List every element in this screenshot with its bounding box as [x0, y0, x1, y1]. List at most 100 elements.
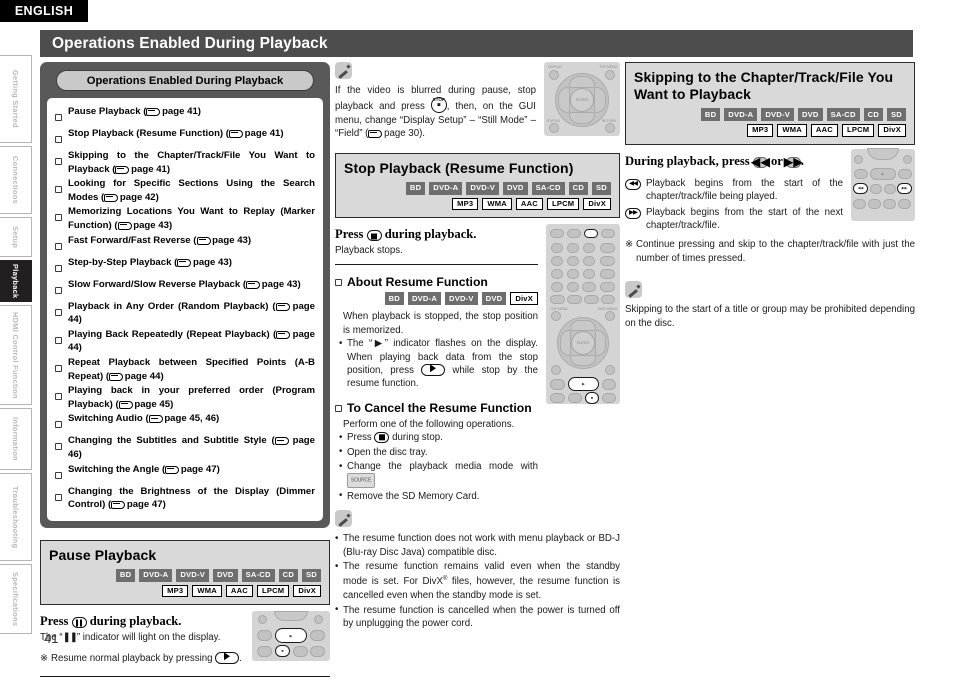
checkbox-icon	[335, 404, 342, 412]
index-list-item[interactable]: Switching Audio ( page 45, 46)	[55, 412, 315, 433]
remote-button-setup-icon[interactable]	[584, 229, 598, 239]
sidebar-item-label: Connections	[11, 155, 20, 205]
index-list-item-label: Slow Forward/Slow Reverse Playback ( pag…	[68, 278, 301, 290]
remote-button-stop-icon	[293, 646, 308, 658]
checkbox-icon	[55, 466, 64, 484]
subsection-title-cancel-resume: To Cancel the Resume Function	[347, 400, 532, 415]
stop-key-icon[interactable]	[374, 432, 390, 444]
pause-press-instruction: Press during playback.	[40, 614, 182, 629]
index-list: Pause Playback ( page 41) Stop Playback (…	[47, 98, 323, 521]
remote-button-status-icon	[258, 615, 267, 625]
media-badge-cd: CD	[278, 568, 299, 582]
index-list-item[interactable]: Looking for Specific Sections Using the …	[55, 177, 315, 204]
remote-button-play-icon[interactable]: ▶	[568, 377, 599, 392]
sidebar-item-troubleshooting[interactable]: Troubleshooting	[0, 473, 32, 561]
page-ref-icon	[146, 107, 161, 116]
cancel-resume-paragraph: Perform one of the following operations.	[343, 418, 515, 430]
index-list-item[interactable]: Fast Forward/Fast Reverse ( page 43)	[55, 234, 315, 255]
remote-button-marker-icon	[582, 282, 596, 293]
page-ref-icon	[109, 372, 124, 381]
sidebar-item-setup[interactable]: Setup	[0, 217, 32, 257]
media-badge-divx: DivX	[878, 123, 906, 137]
media-badge-dvd: DVD	[797, 108, 823, 121]
pause-key-icon[interactable]	[71, 617, 87, 629]
checkbox-icon	[55, 359, 64, 377]
play-key-icon[interactable]	[421, 364, 446, 376]
media-badge-dvd-v: DVD-V	[761, 108, 794, 121]
stop-key-icon[interactable]: STOP ■	[430, 97, 447, 114]
remote-button-chapter-icon	[550, 295, 565, 305]
index-list-item[interactable]: Pause Playback ( page 41)	[55, 105, 315, 126]
remote-button-skip-prev-icon	[854, 168, 868, 179]
skipping-entry-text: Playback begins from the start of the ne…	[646, 206, 843, 231]
skip-prev-key-icon[interactable]: ◀◀	[625, 178, 641, 190]
sidebar-item-label: HDMI Control Function	[11, 311, 20, 399]
remote-button-angle-icon	[567, 295, 582, 305]
index-list-item[interactable]: Playing Back Repeatedly (Repeat Playback…	[55, 328, 315, 355]
index-list-item[interactable]: Changing the Brightness of the Display (…	[55, 485, 315, 512]
remote-button-play-icon[interactable]: ▶	[275, 628, 307, 644]
index-list-item[interactable]: Changing the Subtitles and Subtitle Styl…	[55, 434, 315, 461]
sidebar-item-getting-started[interactable]: Getting Started	[0, 55, 32, 143]
remote-key-4-icon	[551, 256, 563, 267]
remote-button-open-close-icon	[601, 229, 615, 239]
remote-button-pause-icon[interactable]: ■	[275, 645, 290, 658]
sidebar-item-label: Information	[11, 417, 20, 461]
page-ref-icon	[246, 280, 261, 289]
sidebar-item-label: Troubleshooting	[11, 485, 20, 549]
index-list-item[interactable]: Playback in Any Order (Random Playback) …	[55, 300, 315, 327]
remote-dpad-left	[560, 330, 571, 357]
index-list-item[interactable]: Switching the Angle ( page 47)	[55, 463, 315, 484]
media-badge-dvd-v: DVD-V	[176, 568, 209, 582]
index-list-item[interactable]: Step-by-Step Playback ( page 43)	[55, 256, 315, 277]
checkbox-icon	[55, 303, 64, 321]
cancel-resume-bullets: Press during stop.Open the disc tray.Cha…	[335, 431, 538, 503]
media-badge-mp3: MP3	[747, 123, 774, 137]
remote-button-skip-prev-icon	[550, 379, 565, 391]
index-list-item[interactable]: Playing back in your preferred order (Pr…	[55, 384, 315, 411]
stop-key-icon[interactable]	[366, 230, 382, 242]
skipping-star-note: Continue pressing and skip to the chapte…	[625, 238, 915, 265]
skipping-entry: ◀◀ Playback begins from the start of the …	[625, 177, 843, 204]
play-indicator-glyph: ▶	[372, 338, 385, 350]
media-badge-aac: AAC	[225, 584, 253, 598]
media-badge-cd: CD	[863, 108, 884, 121]
bullet-item: The resume function does not work with m…	[335, 532, 620, 559]
remote-button-clear-icon	[600, 269, 615, 280]
about-resume-paragraph: When playback is stopped, the stop posit…	[343, 311, 538, 336]
remote-dpad-bottom-arc	[274, 611, 308, 622]
media-badge-lpcm: LPCM	[256, 584, 290, 598]
index-list-item[interactable]: Skipping to the Chapter/Track/File You W…	[55, 149, 315, 176]
remote-button-fwd-icon	[310, 646, 325, 658]
media-badge-bd: BD	[384, 292, 404, 306]
media-badge-divx: DivX	[583, 197, 611, 211]
sidebar-item-information[interactable]: Information	[0, 408, 32, 470]
remote-button-zoom-icon	[883, 198, 896, 209]
media-badge-dvd-a: DVD-A	[407, 292, 442, 306]
remote-button-next-chapter-icon[interactable]: ▶▶	[897, 182, 912, 194]
remote-button-skip-next-icon	[310, 630, 325, 642]
page-number: 41	[44, 631, 59, 646]
remote-button-return-icon	[605, 365, 615, 376]
remote-button-skip-next-icon	[898, 168, 912, 179]
play-key-icon[interactable]	[215, 652, 240, 665]
remote-button-prev-chapter-icon[interactable]: ◀◀	[853, 182, 868, 194]
remote-button-stop-icon[interactable]: ■	[585, 392, 599, 405]
mid-note-top-text: If the video is blurred during pause, st…	[335, 85, 536, 140]
sidebar-item-specifications[interactable]: Specifications	[0, 564, 32, 634]
page-ref-icon	[274, 436, 289, 446]
index-list-item[interactable]: Slow Forward/Slow Reverse Playback ( pag…	[55, 278, 315, 299]
index-list-item[interactable]: Repeat Playback between Specified Points…	[55, 356, 315, 383]
sidebar-item-hdmi-control-function[interactable]: HDMI Control Function	[0, 305, 32, 405]
skip-prev-key-icon[interactable]: ◀◀	[751, 155, 770, 169]
index-list-item[interactable]: Memorizing Locations You Want to Replay …	[55, 205, 315, 232]
page-ref-icon	[117, 221, 132, 230]
remote-button-top-menu-icon	[551, 311, 561, 322]
sidebar-item-connections[interactable]: Connections	[0, 146, 32, 214]
skip-next-key-icon[interactable]: ▶▶	[784, 155, 803, 169]
skip-next-key-icon[interactable]: ▶▶	[625, 207, 641, 219]
sidebar-item-playback[interactable]: Playback	[0, 260, 32, 302]
source-key-icon[interactable]: SOURCE	[347, 473, 375, 489]
index-list-item[interactable]: Stop Playback (Resume Function) ( page 4…	[55, 127, 315, 148]
remote-button-pause-icon	[870, 183, 882, 194]
